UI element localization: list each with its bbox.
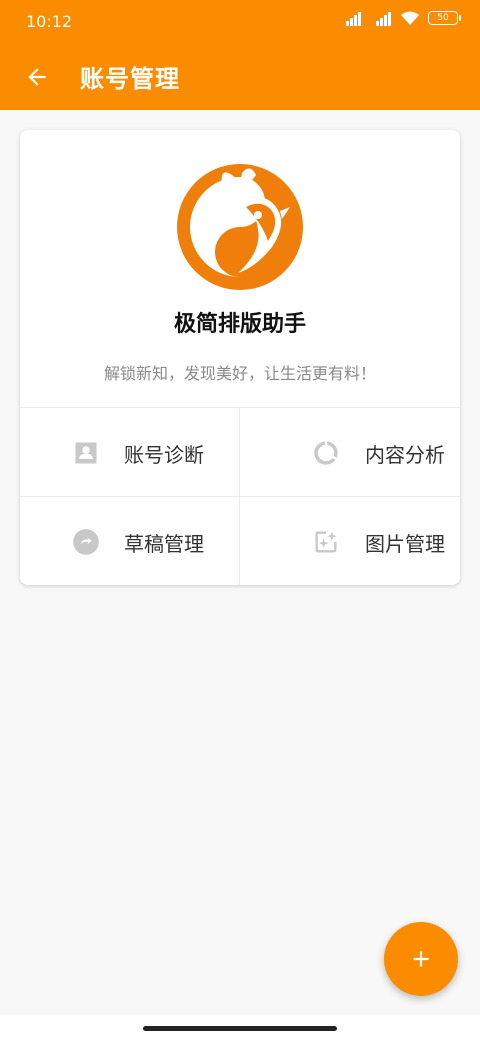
menu-item-image-management[interactable]: 图片管理 [240, 497, 460, 585]
page-title: 账号管理 [80, 65, 180, 93]
status-icons: 50 [340, 10, 461, 26]
wifi-icon [401, 11, 419, 25]
donut-chart-icon [314, 441, 338, 465]
status-bar: 10:12 50 [0, 0, 480, 44]
menu-item-label: 草稿管理 [124, 532, 204, 556]
signal-icon [340, 10, 362, 26]
account-card: 极简排版助手 解锁新知，发现美好，让生活更有料！ 账号诊断 内容分析 草稿管理 [20, 130, 460, 585]
image-sparkle-icon [315, 531, 337, 553]
account-name: 极简排版助手 [173, 312, 306, 337]
plus-icon [413, 951, 429, 967]
app-bar: 账号管理 [0, 44, 480, 110]
feature-grid: 账号诊断 内容分析 草稿管理 图片管理 [20, 407, 460, 585]
arrow-left-icon [28, 68, 46, 86]
menu-item-label: 内容分析 [365, 443, 445, 467]
menu-item-account-diagnosis[interactable]: 账号诊断 [20, 408, 240, 497]
menu-item-label: 图片管理 [365, 532, 445, 556]
account-box-icon [75, 442, 97, 464]
account-slogan: 解锁新知，发现美好，让生活更有料！ [103, 364, 376, 383]
back-button[interactable] [20, 60, 54, 94]
status-time: 10:12 [26, 12, 73, 31]
menu-item-draft-management[interactable]: 草稿管理 [20, 497, 240, 585]
battery-icon: 50 [428, 11, 461, 25]
add-button[interactable] [384, 922, 458, 996]
home-indicator[interactable] [143, 1026, 337, 1031]
battery-level: 50 [437, 13, 449, 23]
bird-logo-icon [177, 164, 303, 290]
menu-item-content-analysis[interactable]: 内容分析 [240, 408, 460, 497]
draft-circle-icon [73, 529, 99, 555]
menu-item-label: 账号诊断 [124, 443, 204, 467]
signal-icon [370, 10, 392, 26]
